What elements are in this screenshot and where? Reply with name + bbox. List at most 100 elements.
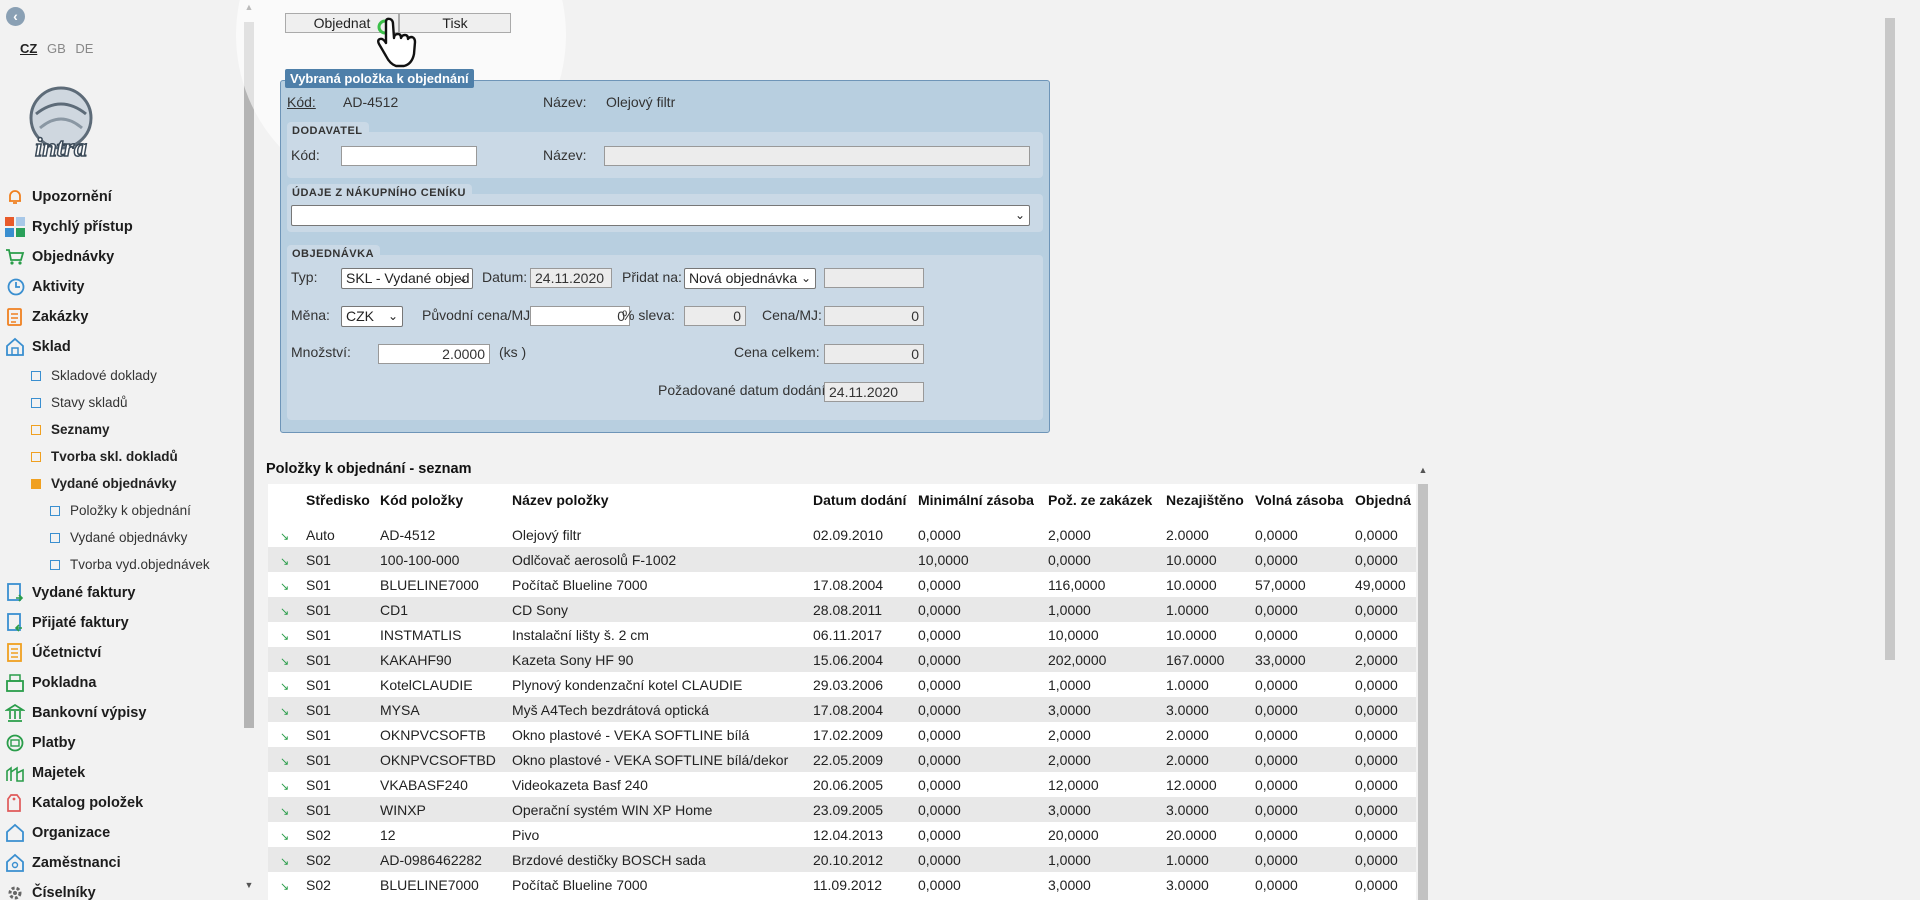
table-row[interactable]: ↘ S01 KAKAHF90 Kazeta Sony HF 90 15.06.2004 0…	[268, 647, 1418, 672]
table-row[interactable]: ↘ S01 WINXP Operační systém WIN XP Home 23.0…	[268, 797, 1418, 822]
nav-upozorneni[interactable]: Upozornění	[0, 182, 240, 212]
col-header-min-zasoba[interactable]: Minimální zásoba	[918, 492, 1048, 516]
row-arrow-icon[interactable]: ↘	[280, 706, 289, 718]
row-arrow-icon[interactable]: ↘	[280, 806, 289, 818]
add-to-extra-input[interactable]	[824, 268, 924, 288]
nav-polozky-k-objednani[interactable]: Položky k objednání	[0, 497, 240, 524]
table-row[interactable]: ↘ S01 KotelCLAUDIE Plynový kondenzační kote…	[268, 672, 1418, 697]
row-select-cell[interactable]: ↘	[268, 527, 306, 543]
sidebar-scrollbar[interactable]: ▲ ▼	[242, 0, 256, 900]
discount-input[interactable]: 0	[684, 306, 746, 326]
unit-price-input[interactable]: 0	[824, 306, 924, 326]
nav-aktivity[interactable]: Aktivity	[0, 272, 240, 302]
scroll-up-arrow-icon[interactable]: ▲	[1416, 465, 1430, 475]
nav-majetek[interactable]: Majetek	[0, 758, 240, 788]
back-arrow-icon[interactable]: ‹	[6, 7, 25, 26]
table-row[interactable]: ↘ S02 AD-0986462282 Brzdové destičky BOSCH …	[268, 847, 1418, 872]
row-select-cell[interactable]: ↘	[268, 627, 306, 643]
row-arrow-icon[interactable]: ↘	[280, 531, 289, 543]
row-select-cell[interactable]: ↘	[268, 552, 306, 568]
nav-sklad[interactable]: Sklad	[0, 332, 240, 362]
row-arrow-icon[interactable]: ↘	[280, 681, 289, 693]
nav-vydane-objednavky-list[interactable]: Vydané objednávky	[0, 524, 240, 551]
nav-tvorba-vyd-objednavek[interactable]: Tvorba vyd.objednávek	[0, 551, 240, 578]
nav-vydane-faktury[interactable]: Vydané faktury	[0, 578, 240, 608]
scroll-up-arrow-icon[interactable]: ▲	[242, 2, 256, 12]
lang-cz[interactable]: CZ	[20, 41, 37, 56]
col-header-stredisko[interactable]: Středisko	[306, 492, 380, 516]
row-select-cell[interactable]: ↘	[268, 877, 306, 893]
row-arrow-icon[interactable]: ↘	[280, 756, 289, 768]
item-code-label[interactable]: Kód:	[287, 94, 316, 110]
row-select-cell[interactable]: ↘	[268, 852, 306, 868]
nav-stavy-skladu[interactable]: Stavy skladů	[0, 389, 240, 416]
row-arrow-icon[interactable]: ↘	[280, 631, 289, 643]
supplier-name-input[interactable]	[604, 146, 1030, 166]
supplier-code-input[interactable]	[341, 146, 477, 166]
nav-ciselniky[interactable]: Číselníky	[0, 878, 240, 900]
row-select-cell[interactable]: ↘	[268, 677, 306, 693]
add-to-select[interactable]: Nová objednávka ⌄	[684, 268, 816, 289]
row-select-cell[interactable]: ↘	[268, 827, 306, 843]
col-header-kod[interactable]: Kód položky	[380, 492, 512, 516]
total-price-input[interactable]: 0	[824, 344, 924, 364]
col-header-poz-zakazek[interactable]: Pož. ze zakázek	[1048, 492, 1166, 516]
row-select-cell[interactable]: ↘	[268, 752, 306, 768]
col-header-objednano[interactable]: Objedná	[1355, 492, 1418, 516]
col-header-nezajisteno[interactable]: Nezajištěno	[1166, 492, 1255, 516]
nav-bankovni-vypisy[interactable]: Bankovní výpisy	[0, 698, 240, 728]
table-row[interactable]: ↘ S01 CD1 CD Sony 28.08.2011 0,0000 1,0000 1.00…	[268, 597, 1418, 622]
nav-objednavky[interactable]: Objednávky	[0, 242, 240, 272]
table-row[interactable]: ↘ S01 MYSA Myš A4Tech bezdrátová optická 17.…	[268, 697, 1418, 722]
row-arrow-icon[interactable]: ↘	[280, 881, 289, 893]
row-select-cell[interactable]: ↘	[268, 577, 306, 593]
order-type-select[interactable]: SKL - Vydané objed ⌄	[341, 268, 473, 289]
page-scroll-thumb[interactable]	[1885, 18, 1895, 660]
table-row[interactable]: ↘ S01 OKNPVCSOFTBD Okno plastové - VEKA SOF…	[268, 747, 1418, 772]
price-list-select[interactable]: ⌄	[291, 205, 1030, 226]
table-row[interactable]: ↘ S01 100-100-000 Odlčovač aerosolů F-1002 1…	[268, 547, 1418, 572]
col-header-nazev[interactable]: Název položky	[512, 492, 813, 516]
original-price-input[interactable]: 0	[530, 306, 630, 326]
row-select-cell[interactable]: ↘	[268, 702, 306, 718]
table-scrollbar[interactable]: ▲	[1416, 464, 1430, 900]
col-header-volna-zasoba[interactable]: Volná zásoba	[1255, 492, 1355, 516]
row-arrow-icon[interactable]: ↘	[280, 731, 289, 743]
table-row[interactable]: ↘ S01 INSTMATLIS Instalační lišty š. 2 cm 06…	[268, 622, 1418, 647]
nav-zamestnanci[interactable]: Zaměstnanci	[0, 848, 240, 878]
nav-vydane-objednavky[interactable]: Vydané objednávky	[0, 470, 240, 497]
table-row[interactable]: ↘ S01 BLUELINE7000 Počítač Blueline 7000 17.…	[268, 572, 1418, 597]
table-row[interactable]: ↘ S02 12 Pivo 12.04.2013 0,0000 20,0000 20.0000…	[268, 822, 1418, 847]
row-arrow-icon[interactable]: ↘	[280, 581, 289, 593]
row-arrow-icon[interactable]: ↘	[280, 556, 289, 568]
scroll-down-arrow-icon[interactable]: ▼	[242, 880, 256, 890]
row-select-cell[interactable]: ↘	[268, 602, 306, 618]
requested-date-input[interactable]: 24.11.2020	[824, 382, 924, 402]
row-arrow-icon[interactable]: ↘	[280, 781, 289, 793]
table-row[interactable]: ↘ S01 VKABASF240 Videokazeta Basf 240 20.06.…	[268, 772, 1418, 797]
row-arrow-icon[interactable]: ↘	[280, 656, 289, 668]
lang-de[interactable]: DE	[75, 41, 93, 56]
nav-seznamy[interactable]: Seznamy	[0, 416, 240, 443]
table-row[interactable]: ↘ S02 BLUELINE7000 Počítač Blueline 7000 11.…	[268, 872, 1418, 897]
row-select-cell[interactable]: ↘	[268, 777, 306, 793]
lang-gb[interactable]: GB	[47, 41, 66, 56]
row-arrow-icon[interactable]: ↘	[280, 831, 289, 843]
currency-select[interactable]: CZK ⌄	[341, 306, 403, 327]
table-row[interactable]: ↘ S01 OKNPVCSOFTB Okno plastové - VEKA SOFT…	[268, 722, 1418, 747]
nav-organizace[interactable]: Organizace	[0, 818, 240, 848]
quantity-input[interactable]: 2.0000	[378, 344, 490, 364]
sidebar-scroll-thumb[interactable]	[244, 22, 254, 728]
nav-ucetnictvi[interactable]: Účetnictví	[0, 638, 240, 668]
row-select-cell[interactable]: ↘	[268, 727, 306, 743]
page-scrollbar[interactable]	[1882, 0, 1898, 900]
table-row[interactable]: ↘ Auto AD-4512 Olejový filtr 02.09.2010 0,000…	[268, 522, 1418, 547]
row-arrow-icon[interactable]: ↘	[280, 606, 289, 618]
nav-katalog-polozek[interactable]: Katalog položek	[0, 788, 240, 818]
nav-platby[interactable]: Platby	[0, 728, 240, 758]
nav-prijate-faktury[interactable]: Přijaté faktury	[0, 608, 240, 638]
order-date-input[interactable]: 24.11.2020	[530, 268, 612, 288]
nav-tvorba-skl-dokladu[interactable]: Tvorba skl. dokladů	[0, 443, 240, 470]
row-select-cell[interactable]: ↘	[268, 802, 306, 818]
nav-rychly-pristup[interactable]: Rychlý přístup	[0, 212, 240, 242]
